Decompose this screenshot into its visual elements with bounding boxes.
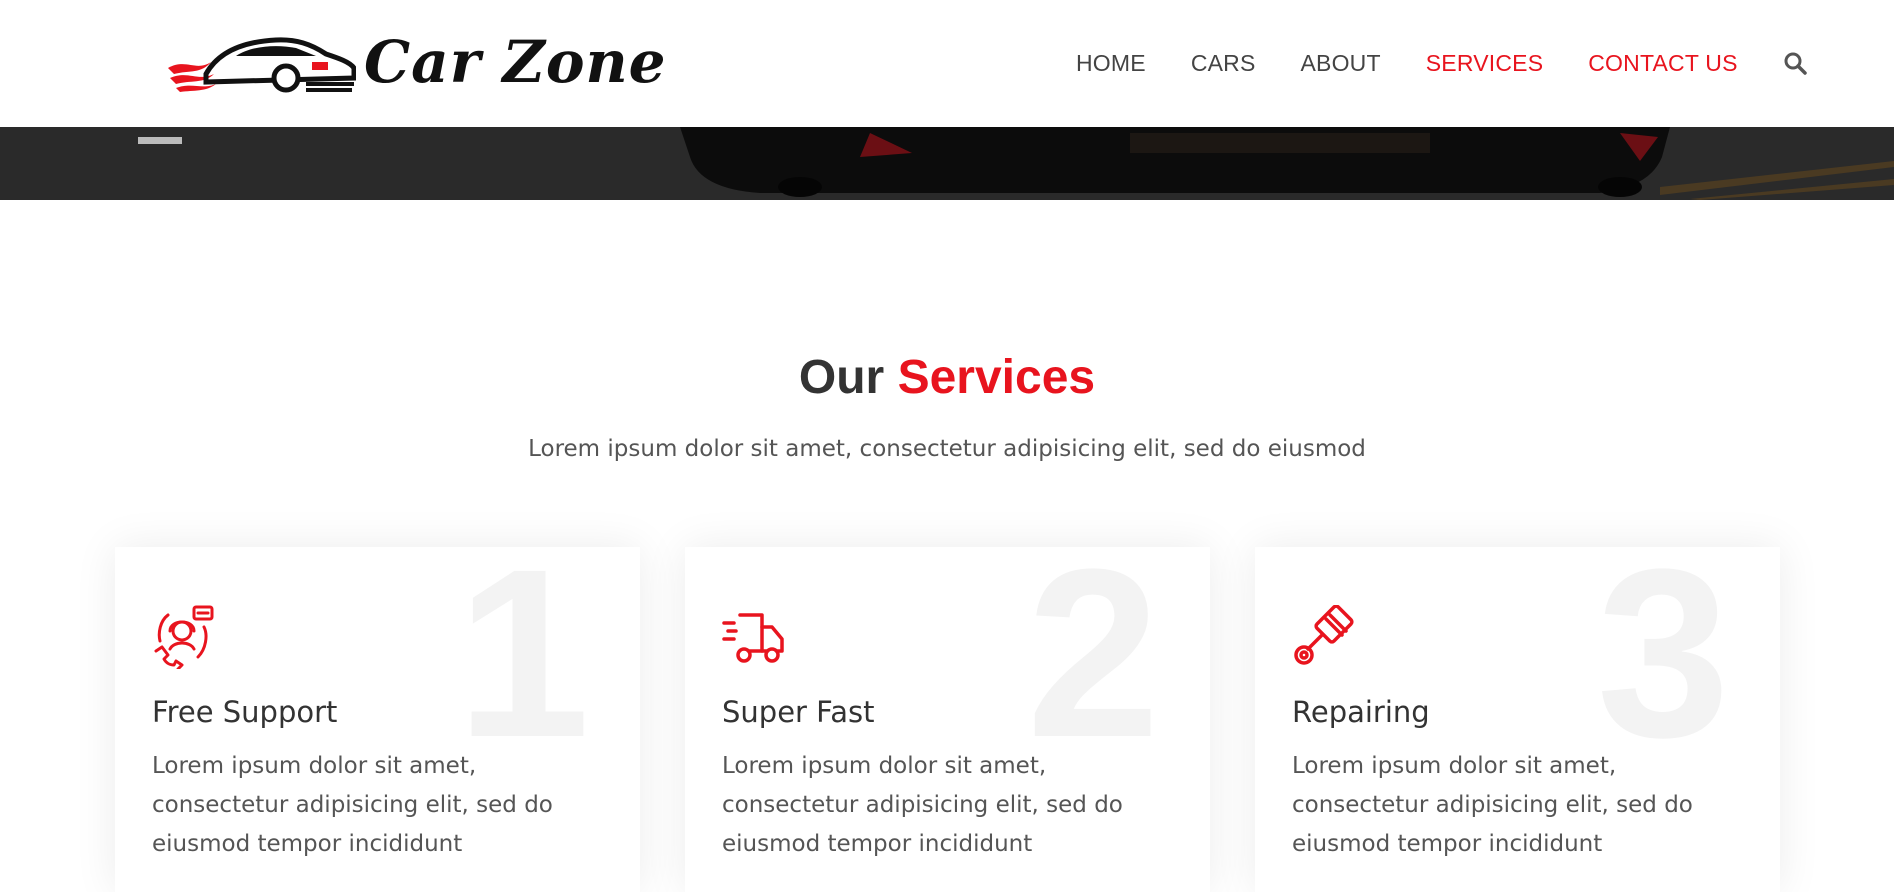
services-subtitle: Lorem ipsum dolor sit amet, consectetur … (528, 436, 1366, 462)
nav-home[interactable]: HOME (1076, 50, 1146, 77)
main-nav: HOME CARS ABOUT SERVICES CONTACT US (1076, 46, 1807, 80)
card-number: 3 (1596, 547, 1730, 787)
services-heading: Our Services (0, 350, 1894, 405)
piston-repair-icon (1294, 605, 1354, 665)
brand-name: Car Zone (364, 28, 667, 96)
car-logo-icon (168, 37, 356, 93)
brand-logo[interactable]: Car Zone (166, 28, 667, 96)
card-title: Free Support (152, 695, 338, 729)
nav-contact-us[interactable]: CONTACT US (1588, 50, 1737, 77)
delivery-truck-icon (722, 613, 784, 663)
card-title: Repairing (1292, 695, 1430, 729)
services-heading-accent: Services (897, 351, 1096, 404)
card-number: 2 (1026, 547, 1160, 787)
nav-services[interactable]: SERVICES (1426, 50, 1544, 77)
card-description: Lorem ipsum dolor sit amet, consectetur … (722, 753, 1123, 857)
site-header: Car Zone HOME CARS ABOUT SERVICES CONTAC… (0, 0, 1894, 127)
service-card-repairing: 3 Repairing Lorem ipsum dolor sit amet, … (1255, 547, 1780, 892)
card-number: 1 (456, 547, 590, 787)
nav-cars[interactable]: CARS (1191, 50, 1256, 77)
services-heading-prefix: Our (798, 351, 885, 404)
card-description: Lorem ipsum dolor sit amet, consectetur … (152, 753, 553, 857)
hero-car-image (0, 127, 1894, 200)
card-description: Lorem ipsum dolor sit amet, consectetur … (1292, 753, 1693, 857)
customer-support-icon (154, 605, 214, 669)
service-card-free-support: 1 Free Support Lorem ipsum dolor sit ame… (115, 547, 640, 892)
service-card-super-fast: 2 Super Fast Lorem ipsum dolor sit amet,… (685, 547, 1210, 892)
search-icon[interactable] (1783, 51, 1807, 75)
nav-about[interactable]: ABOUT (1301, 50, 1381, 77)
hero-banner (0, 127, 1894, 200)
card-title: Super Fast (722, 695, 875, 729)
